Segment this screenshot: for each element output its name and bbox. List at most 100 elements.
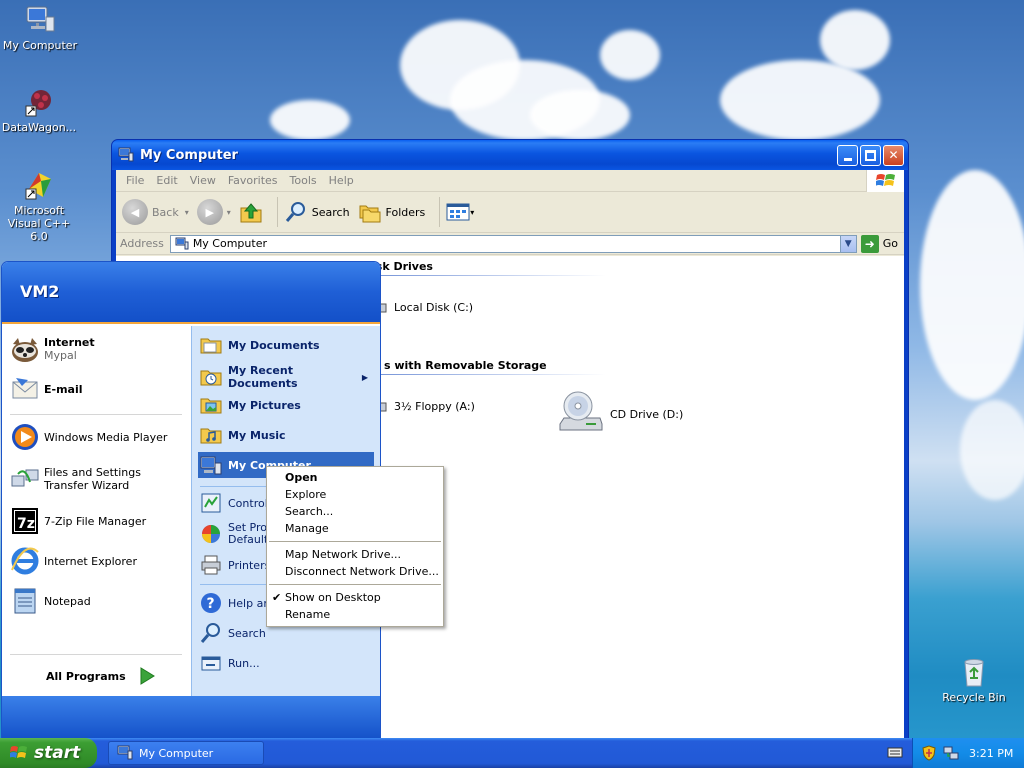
close-button[interactable]: ✕ bbox=[883, 144, 904, 166]
start-item-label: Files and Settings Transfer Wizard bbox=[44, 466, 141, 492]
security-shield-icon[interactable] bbox=[921, 745, 937, 761]
drive-item[interactable]: 3½ Floppy (A:) bbox=[377, 399, 475, 413]
menu-edit[interactable]: Edit bbox=[150, 174, 183, 187]
menu-view[interactable]: View bbox=[184, 174, 222, 187]
start-right-search[interactable]: Search bbox=[200, 622, 266, 644]
desktop-icon-label: DataWagon... bbox=[1, 121, 77, 134]
chevron-right-icon: ▶ bbox=[361, 372, 368, 382]
media-player-icon bbox=[10, 422, 40, 452]
desktop-icon-datawagon[interactable]: DataWagon... bbox=[0, 86, 79, 134]
back-arrow-icon: ◀ bbox=[122, 199, 148, 225]
context-menu: Open Explore Search... Manage Map Networ… bbox=[266, 466, 444, 627]
taskbar: start My Computer 3:21 PM bbox=[0, 738, 1024, 768]
visual-cpp-icon bbox=[23, 169, 55, 201]
start-right-run[interactable]: Run... bbox=[200, 652, 260, 674]
start-right-label: My Documents bbox=[228, 338, 320, 352]
start-item-email[interactable]: E-mail bbox=[10, 374, 83, 404]
chevron-down-icon[interactable]: ▼ bbox=[839, 235, 856, 252]
start-item-windows-media-player[interactable]: Windows Media Player bbox=[10, 422, 167, 452]
start-right-label: Search bbox=[228, 626, 266, 640]
start-right-label: My Recent Documents bbox=[228, 364, 298, 390]
start-item-label: Windows Media Player bbox=[44, 430, 168, 444]
chevron-down-icon: ▾ bbox=[184, 207, 189, 217]
context-item-disconnect-network-drive[interactable]: Disconnect Network Drive... bbox=[285, 565, 439, 578]
context-item-map-network-drive[interactable]: Map Network Drive... bbox=[285, 548, 401, 561]
start-menu-user: VM2 bbox=[2, 262, 380, 324]
transfer-wizard-icon bbox=[10, 464, 40, 494]
recent-documents-icon bbox=[200, 366, 222, 388]
menu-favorites[interactable]: Favorites bbox=[222, 174, 284, 187]
context-item-manage[interactable]: Manage bbox=[285, 522, 329, 535]
address-field[interactable]: My Computer ▼ bbox=[169, 234, 857, 253]
context-item-explore[interactable]: Explore bbox=[285, 488, 326, 501]
start-menu-separator bbox=[10, 414, 182, 415]
taskbar-button-my-computer[interactable]: My Computer bbox=[108, 741, 264, 765]
search-icon bbox=[284, 200, 308, 224]
context-item-show-on-desktop[interactable]: Show on Desktop bbox=[285, 591, 381, 604]
start-menu-left-pane: Internet Mypal E-mail Windows Media Playe… bbox=[2, 326, 191, 696]
help-icon: ? bbox=[200, 592, 222, 614]
back-button[interactable]: ◀ Back ▾ bbox=[122, 199, 189, 225]
internet-explorer-icon bbox=[10, 546, 40, 576]
drive-item[interactable]: Local Disk (C:) bbox=[377, 300, 473, 314]
group-divider bbox=[366, 275, 606, 276]
context-item-search[interactable]: Search... bbox=[285, 505, 333, 518]
checkmark-icon: ✔ bbox=[272, 591, 282, 604]
views-button[interactable]: ▾ bbox=[446, 202, 474, 222]
start-button[interactable]: start bbox=[0, 738, 97, 768]
start-right-my-pictures[interactable]: My Pictures bbox=[200, 394, 301, 416]
drive-item[interactable]: CD Drive (D:) bbox=[556, 390, 683, 438]
network-icon[interactable] bbox=[943, 745, 959, 761]
folders-icon bbox=[358, 200, 382, 224]
search-button[interactable]: Search bbox=[284, 200, 350, 224]
desktop-icon-visual-cpp[interactable]: Microsoft Visual C++ 6.0 bbox=[0, 169, 79, 243]
start-right-printers[interactable]: Printers bbox=[200, 554, 270, 576]
minimize-button[interactable] bbox=[837, 144, 858, 166]
desktop-icon-label: My Computer bbox=[2, 39, 78, 52]
menu-tools[interactable]: Tools bbox=[284, 174, 323, 187]
all-programs-button[interactable]: All Programs bbox=[46, 666, 156, 686]
maximize-button[interactable] bbox=[860, 144, 881, 166]
datawagon-icon bbox=[23, 86, 55, 118]
start-right-label: My Pictures bbox=[228, 398, 301, 412]
go-arrow-icon: ➜ bbox=[860, 234, 879, 253]
clock[interactable]: 3:21 PM bbox=[969, 747, 1013, 760]
start-item-files-settings-transfer[interactable]: Files and Settings Transfer Wizard bbox=[10, 464, 188, 494]
mypal-icon bbox=[10, 334, 40, 364]
start-item-internet[interactable]: Internet Mypal bbox=[10, 334, 95, 364]
start-right-my-recent-documents[interactable]: My Recent Documents ▶ bbox=[200, 364, 372, 390]
menu-file[interactable]: File bbox=[120, 174, 150, 187]
views-icon bbox=[446, 202, 470, 222]
start-item-7zip[interactable]: 7z 7-Zip File Manager bbox=[10, 506, 146, 536]
desktop-icon-recycle-bin[interactable]: Recycle Bin bbox=[934, 656, 1014, 704]
cd-drive-icon bbox=[556, 390, 604, 438]
program-defaults-icon bbox=[200, 523, 222, 545]
menu-bar: File Edit View Favorites Tools Help bbox=[116, 170, 904, 192]
context-menu-separator bbox=[269, 541, 441, 542]
cloud bbox=[960, 400, 1024, 500]
menu-help[interactable]: Help bbox=[323, 174, 360, 187]
start-right-my-music[interactable]: My Music bbox=[200, 424, 286, 446]
desktop-icon-my-computer[interactable]: My Computer bbox=[0, 4, 80, 52]
go-button[interactable]: ➜ Go bbox=[860, 234, 898, 253]
folders-button[interactable]: Folders bbox=[358, 200, 425, 224]
context-item-open[interactable]: Open bbox=[285, 471, 318, 484]
cloud bbox=[720, 60, 880, 140]
start-item-internet-explorer[interactable]: Internet Explorer bbox=[10, 546, 137, 576]
window-titlebar[interactable]: My Computer ✕ bbox=[112, 140, 908, 170]
all-programs-label: All Programs bbox=[46, 669, 126, 683]
start-right-my-documents[interactable]: My Documents bbox=[200, 334, 320, 356]
control-panel-icon bbox=[200, 492, 222, 514]
start-item-notepad[interactable]: Notepad bbox=[10, 586, 91, 616]
cloud bbox=[270, 100, 350, 140]
cloud bbox=[600, 30, 660, 80]
group-header: isk Drives bbox=[372, 260, 433, 273]
recycle-bin-icon bbox=[958, 656, 990, 688]
windows-logo-icon bbox=[9, 744, 28, 762]
up-button[interactable] bbox=[239, 200, 263, 224]
forward-button[interactable]: ▶ ▾ bbox=[196, 199, 231, 225]
start-menu-separator bbox=[10, 654, 182, 655]
keyboard-icon[interactable] bbox=[887, 745, 903, 759]
taskbar-button-label: My Computer bbox=[139, 746, 214, 760]
context-item-rename[interactable]: Rename bbox=[285, 608, 330, 621]
